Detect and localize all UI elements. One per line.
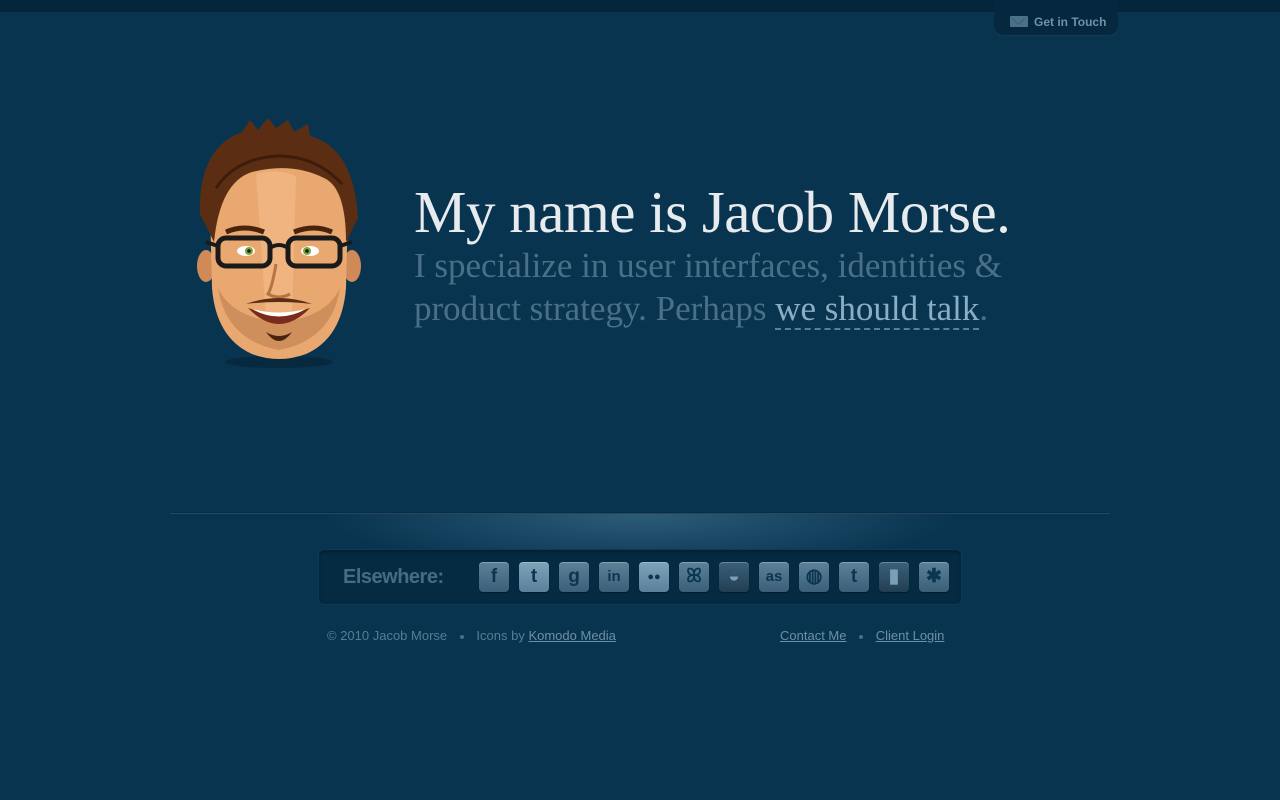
reader-icon[interactable]: ◒ xyxy=(719,562,749,592)
footer-credits: © 2010 Jacob Morse Icons by Komodo Media xyxy=(327,628,616,643)
lastfm-icon[interactable]: as xyxy=(759,562,789,592)
get-in-touch-button[interactable]: Get in Touch xyxy=(994,0,1118,35)
we-should-talk-link[interactable]: we should talk xyxy=(775,289,980,330)
komodo-media-link[interactable]: Komodo Media xyxy=(528,628,615,643)
tumblr-icon[interactable]: t xyxy=(839,562,869,592)
book-icon[interactable]: ▮ xyxy=(879,562,909,592)
elsewhere-panel: Elsewhere: f t g in ●● ꕤ ◒ as ◍ t ▮ ✱ xyxy=(318,549,962,605)
social-icons: f t g in ●● ꕤ ◒ as ◍ t ▮ ✱ xyxy=(479,562,949,592)
contact-me-link[interactable]: Contact Me xyxy=(780,628,846,643)
twitter-icon[interactable]: t xyxy=(519,562,549,592)
facebook-icon[interactable]: f xyxy=(479,562,509,592)
copyright: © 2010 Jacob Morse xyxy=(327,628,448,643)
separator-dot xyxy=(859,634,864,639)
get-in-touch-label: Get in Touch xyxy=(1034,15,1107,29)
tagline-end: . xyxy=(979,289,989,328)
flickr-icon[interactable]: ●● xyxy=(639,562,669,592)
client-login-link[interactable]: Client Login xyxy=(876,628,945,643)
elsewhere-title: Elsewhere: xyxy=(343,566,444,588)
google-icon[interactable]: g xyxy=(559,562,589,592)
dribbble-icon[interactable]: ◍ xyxy=(799,562,829,592)
page-title: My name is Jacob Morse. xyxy=(414,179,1011,245)
footer-links: Contact Me Client Login xyxy=(780,628,944,643)
mail-icon xyxy=(1010,16,1028,27)
avatar-illustration xyxy=(197,118,361,368)
yelp-icon[interactable]: ✱ xyxy=(919,562,949,592)
separator-dot xyxy=(459,634,464,639)
linkedin-icon[interactable]: in xyxy=(599,562,629,592)
delicious-icon[interactable]: ꕤ xyxy=(679,562,709,592)
icons-by-label: Icons by xyxy=(476,628,525,643)
tagline: I specialize in user interfaces, identit… xyxy=(414,244,1034,330)
